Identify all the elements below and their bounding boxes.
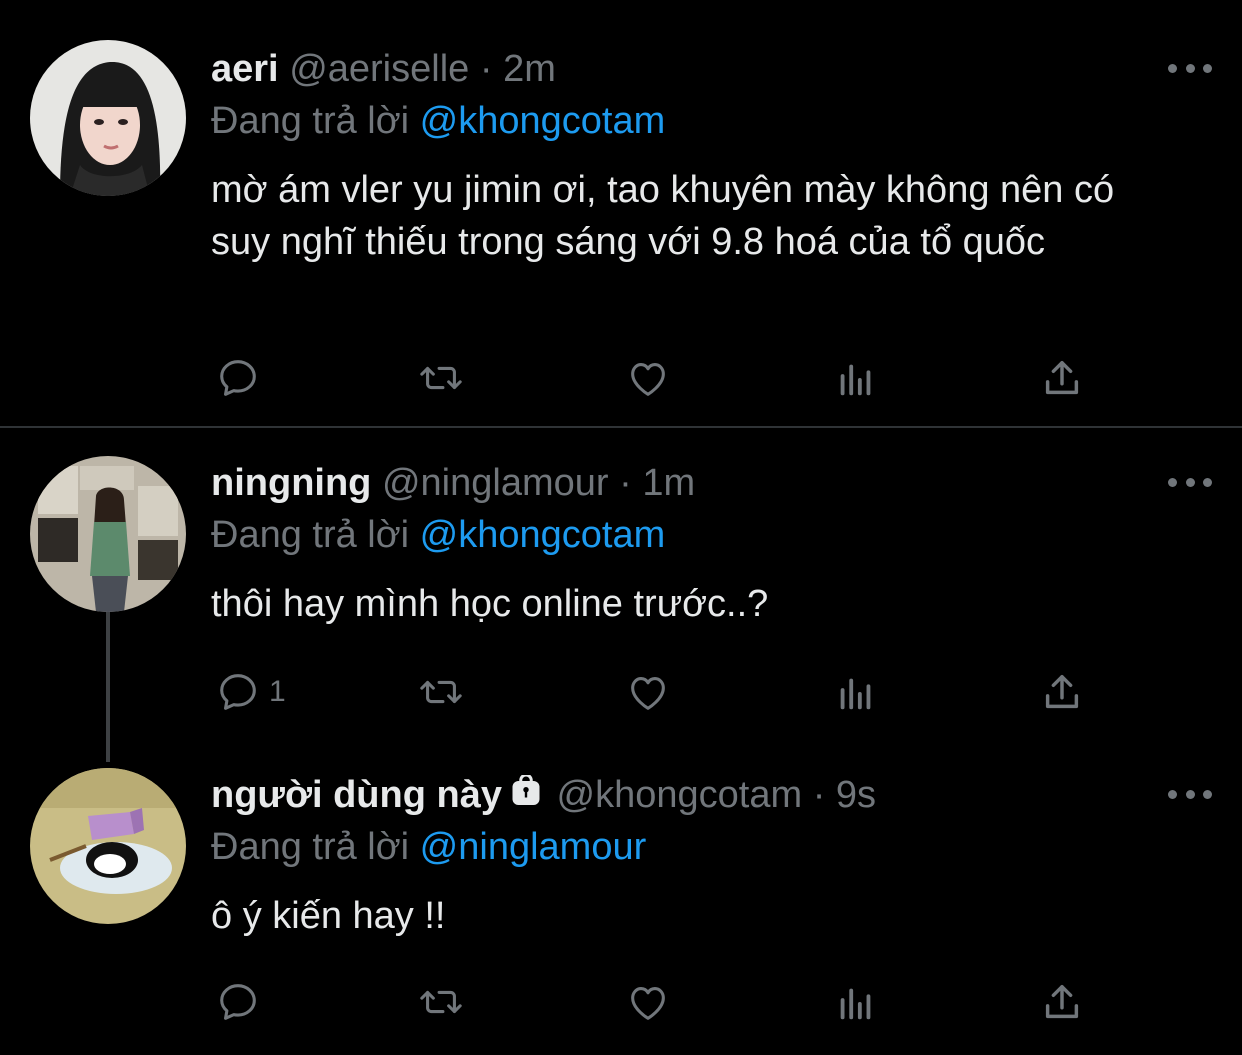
like-button[interactable] (625, 354, 671, 402)
timestamp[interactable]: 2m (503, 48, 556, 90)
retweet-button[interactable] (418, 354, 464, 402)
like-button[interactable] (625, 668, 671, 716)
tweet-text: mờ ám vler yu jimin ơi, tao khuyên mày k… (211, 169, 1115, 263)
tweet-header: ningning @ninglamour · 1m (211, 460, 695, 506)
reply-count: 1 (269, 675, 286, 708)
tweet-1[interactable]: aeri @aeriselle · 2m Đang trả lời @khong… (0, 0, 1242, 428)
retweet-icon (420, 680, 462, 704)
like-icon (631, 677, 665, 710)
user-handle[interactable]: @ninglamour (382, 462, 609, 504)
avatar[interactable] (30, 456, 186, 612)
share-icon (1045, 984, 1079, 1019)
separator: · (619, 462, 632, 504)
action-bar: 1 (211, 668, 1111, 716)
display-name[interactable]: ningning (211, 462, 371, 504)
more-icon[interactable] (1168, 58, 1212, 78)
replying-to: Đang trả lời @ninglamour (211, 824, 646, 870)
separator: · (812, 774, 826, 816)
reply-button[interactable] (215, 354, 269, 402)
separator: · (479, 48, 493, 90)
retweet-button[interactable] (418, 668, 464, 716)
replying-to-label: Đang trả lời (211, 826, 410, 868)
like-button[interactable] (625, 978, 671, 1026)
timestamp[interactable]: 1m (642, 462, 695, 504)
mention-link[interactable]: @khongcotam (420, 514, 666, 556)
tweet-text: ô ý kiến hay !! (211, 895, 446, 937)
reply-button[interactable]: 1 (215, 668, 286, 716)
analytics-button[interactable] (833, 354, 879, 402)
user-handle[interactable]: @khongcotam (557, 774, 803, 816)
avatar[interactable] (30, 768, 186, 924)
share-icon (1045, 674, 1079, 709)
avatar[interactable] (30, 40, 186, 196)
display-name[interactable]: aeri (211, 48, 279, 90)
mention-link[interactable]: @ninglamour (420, 826, 647, 868)
retweet-icon (420, 990, 462, 1014)
user-handle[interactable]: @aeriselle (289, 48, 469, 90)
reply-icon (220, 360, 256, 396)
replying-to-label: Đang trả lời (211, 100, 410, 142)
like-icon (631, 987, 665, 1020)
reply-button[interactable] (215, 978, 269, 1026)
reply-icon (220, 674, 256, 710)
retweet-button[interactable] (418, 978, 464, 1026)
action-bar (211, 978, 1111, 1026)
reply-icon (220, 984, 256, 1020)
display-name[interactable]: người dùng này (211, 774, 502, 816)
like-icon (631, 363, 665, 396)
replying-to-label: Đang trả lời (211, 514, 410, 556)
more-icon[interactable] (1168, 784, 1212, 804)
analytics-icon (840, 364, 871, 396)
lock-icon (512, 775, 540, 805)
more-icon[interactable] (1168, 472, 1212, 492)
retweet-icon (420, 366, 462, 390)
share-button[interactable] (1039, 354, 1085, 402)
analytics-icon (840, 988, 871, 1020)
tweet-text: thôi hay mình học online trước..? (211, 583, 769, 625)
analytics-icon (840, 678, 871, 710)
share-button[interactable] (1039, 668, 1085, 716)
tweet-3[interactable]: người dùng này @khongcotam · 9s Đang trả… (0, 738, 1242, 1055)
tweet-header: người dùng này @khongcotam · 9s (211, 772, 876, 818)
replying-to: Đang trả lời @khongcotam (211, 98, 665, 144)
tweet-header: aeri @aeriselle · 2m (211, 46, 556, 92)
analytics-button[interactable] (833, 978, 879, 1026)
replying-to: Đang trả lời @khongcotam (211, 512, 665, 558)
action-bar (211, 354, 1111, 402)
share-icon (1045, 360, 1079, 395)
timestamp[interactable]: 9s (836, 774, 876, 816)
share-button[interactable] (1039, 978, 1085, 1026)
analytics-button[interactable] (833, 668, 879, 716)
tweet-2[interactable]: ningning @ninglamour · 1m Đang trả lời @… (0, 428, 1242, 738)
mention-link[interactable]: @khongcotam (420, 100, 666, 142)
